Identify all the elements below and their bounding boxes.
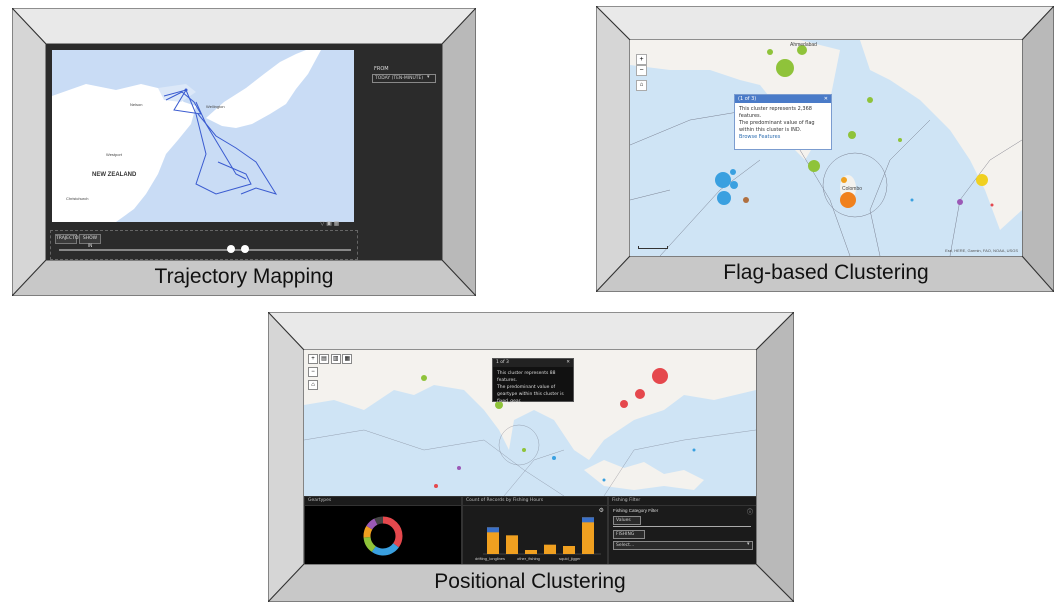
info-icon[interactable]: ⓘ bbox=[747, 507, 753, 516]
grid-icon[interactable]: ▦ bbox=[334, 221, 340, 227]
field-select[interactable]: FISHING bbox=[613, 530, 645, 539]
flag-screen: + − ⌂ Ahmedabad Colombo (1 of 3) ✕ This c… bbox=[630, 40, 1022, 256]
flag-frame: + − ⌂ Ahmedabad Colombo (1 of 3) ✕ This c… bbox=[596, 6, 1054, 292]
popup-text-1: This cluster represents 88 features. bbox=[497, 371, 556, 383]
zoom-in-icon[interactable]: + bbox=[636, 54, 647, 65]
bar[interactable] bbox=[544, 544, 556, 554]
values-select[interactable]: Values bbox=[613, 516, 641, 525]
divider bbox=[613, 526, 751, 527]
basemap-icon[interactable]: ▦ bbox=[342, 354, 353, 364]
legend-icon[interactable]: ▥ bbox=[330, 354, 341, 364]
donut-chart[interactable] bbox=[305, 506, 461, 564]
place-label-nelson: Nelson bbox=[130, 102, 143, 107]
bar-label-2: squid_jigger bbox=[559, 556, 581, 561]
zoom-out-icon[interactable]: − bbox=[636, 65, 647, 76]
panel-title: Fishing Filter bbox=[609, 497, 756, 506]
zoom-out-icon[interactable]: − bbox=[308, 367, 318, 377]
popup-text-2: The predominant value of flag within thi… bbox=[739, 120, 815, 133]
popup-header: 1 of 3 ✕ bbox=[493, 359, 573, 367]
chevron-down-icon: ▾ bbox=[747, 541, 750, 547]
slider-handle-start[interactable] bbox=[227, 245, 235, 253]
popup-header: (1 of 3) ✕ bbox=[735, 95, 831, 103]
popup-text-1: This cluster represents 2,368 features. bbox=[739, 106, 812, 119]
trajectory-button[interactable]: TRAJECTORY bbox=[55, 234, 84, 244]
bar-label-1: other_fishing bbox=[517, 556, 540, 561]
map-tools: ▽ ▣ ▦ bbox=[320, 220, 339, 227]
popup-text-2: The predominant value of geartype within… bbox=[497, 385, 564, 404]
cluster-popup: 1 of 3 ✕ This cluster represents 88 featu… bbox=[492, 358, 574, 404]
map-tool-icons: ▤ ▥ ▦ bbox=[319, 354, 353, 364]
donut-panel: Geartypes bbox=[304, 496, 462, 564]
image-icon[interactable]: ▣ bbox=[326, 221, 332, 227]
map-attribution: Esri, HERE, Garmin, FAO, NOAA, USGS bbox=[945, 248, 1018, 253]
bar[interactable] bbox=[506, 535, 518, 554]
filter-icon[interactable]: ▽ bbox=[320, 221, 325, 227]
bar-panel: Count of Records by Fishing Hours ⚙ drif… bbox=[462, 496, 608, 564]
timeline-panel: TRAJECTORY SHOW IN bbox=[50, 230, 358, 260]
caption-positional: Positional Clustering bbox=[434, 570, 626, 593]
bar[interactable] bbox=[582, 517, 594, 554]
layers-icon[interactable]: ▤ bbox=[319, 354, 329, 364]
show-in-button[interactable]: SHOW IN bbox=[79, 234, 101, 249]
filter-label: Fishing Category Filter bbox=[613, 508, 659, 513]
home-icon[interactable]: ⌂ bbox=[308, 380, 318, 390]
panel-title: Count of Records by Fishing Hours bbox=[463, 497, 607, 506]
country-label: NEW ZEALAND bbox=[92, 172, 137, 178]
popup-link[interactable]: Browse Features bbox=[739, 134, 827, 141]
panel-title: Geartypes bbox=[305, 497, 461, 506]
value-dropdown[interactable]: Select... bbox=[613, 541, 753, 550]
bar-segment[interactable] bbox=[582, 517, 594, 523]
zoom-in-icon[interactable]: + bbox=[308, 354, 318, 364]
close-icon[interactable]: ✕ bbox=[566, 359, 570, 367]
popup-counter: (1 of 3) bbox=[738, 96, 757, 102]
chevron-down-icon: ▾ bbox=[427, 74, 430, 80]
cluster-popup: (1 of 3) ✕ This cluster represents 2,368 … bbox=[734, 94, 832, 150]
place-label-christchurch: Christchurch bbox=[66, 196, 89, 201]
caption-flag: Flag-based Clustering bbox=[723, 261, 929, 284]
positional-frame: + − ⌂ ▤ ▥ ▦ 1 of 3 ✕ This cluster represe… bbox=[268, 312, 794, 602]
close-icon[interactable]: ✕ bbox=[824, 95, 828, 103]
home-icon[interactable]: ⌂ bbox=[636, 80, 647, 91]
map-zoom-controls: + − ⌂ bbox=[636, 54, 647, 91]
trajectory-screen: NEW ZEALAND Wellington Nelson Westport C… bbox=[46, 44, 442, 260]
bar[interactable] bbox=[563, 546, 575, 554]
popup-counter: 1 of 3 bbox=[496, 360, 509, 365]
bar-label-0: drifting_longlines bbox=[475, 556, 506, 561]
positional-screen: + − ⌂ ▤ ▥ ▦ 1 of 3 ✕ This cluster represe… bbox=[304, 350, 756, 564]
place-label-westport: Westport bbox=[106, 152, 122, 157]
place-label-wellington: Wellington bbox=[206, 104, 225, 109]
side-panel-title: FROM bbox=[374, 66, 389, 72]
bar[interactable] bbox=[525, 550, 537, 554]
caption-trajectory: Trajectory Mapping bbox=[154, 265, 334, 288]
bar-segment[interactable] bbox=[487, 527, 499, 533]
map-label-ahmedabad: Ahmedabad bbox=[790, 42, 817, 48]
map-label-colombo: Colombo bbox=[842, 186, 863, 192]
filter-panel: Fishing Filter Fishing Category Filter ⓘ… bbox=[608, 496, 756, 564]
time-slider-track[interactable] bbox=[59, 249, 351, 251]
slider-handle-end[interactable] bbox=[241, 245, 249, 253]
trajectory-frame: NEW ZEALAND Wellington Nelson Westport C… bbox=[12, 8, 476, 296]
map-toolbar: + − ⌂ bbox=[308, 354, 318, 390]
scale-bar bbox=[638, 246, 668, 249]
